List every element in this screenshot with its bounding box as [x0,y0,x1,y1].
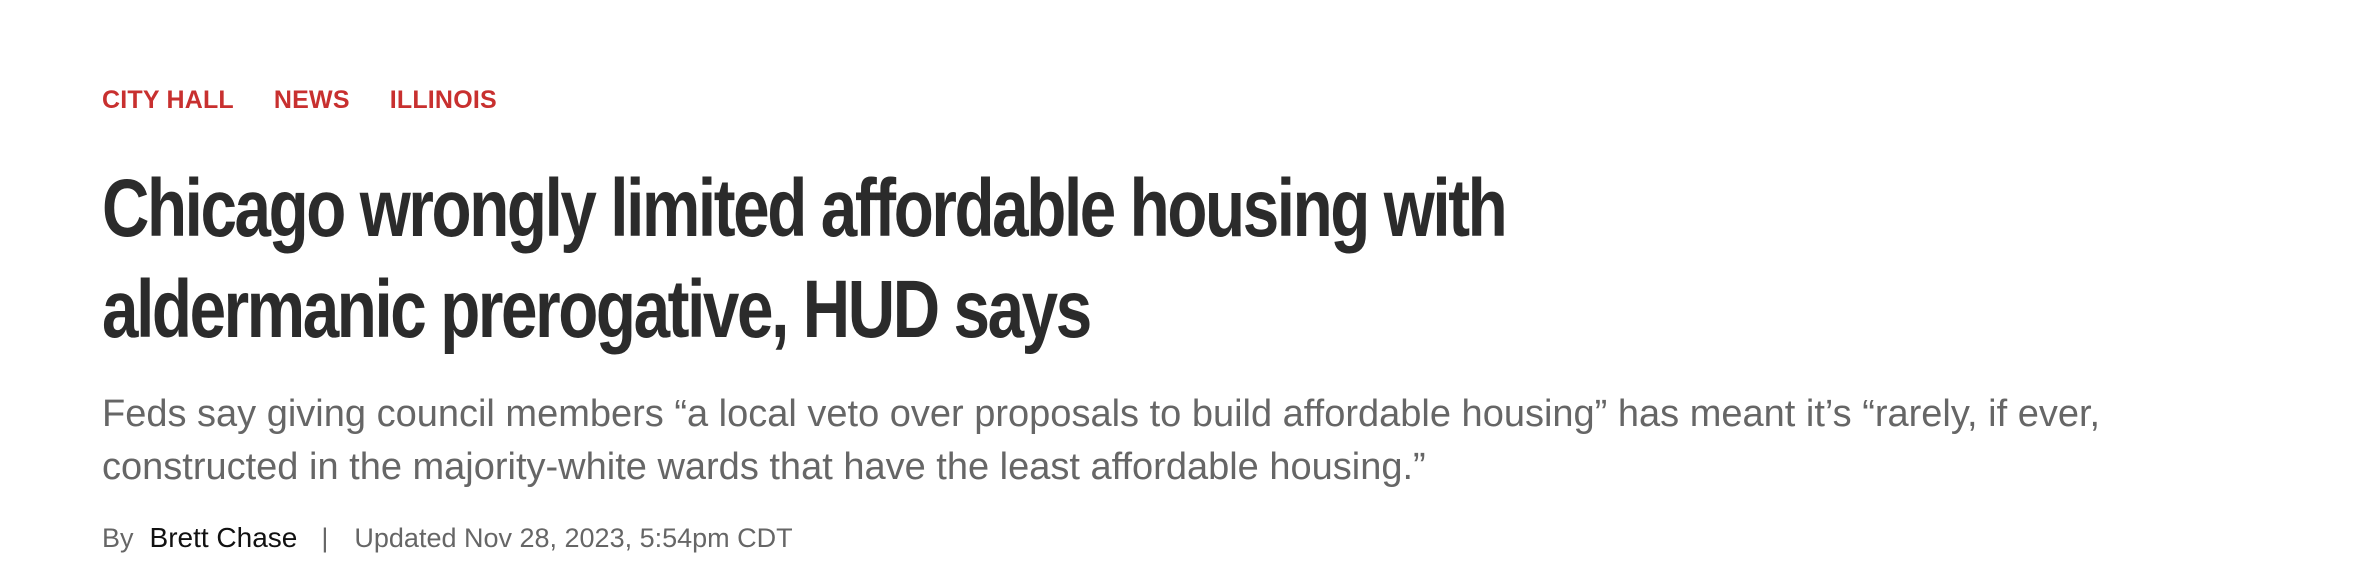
dek-line-1: Feds say giving council members “a local… [102,393,2101,435]
byline-separator: | [321,522,329,553]
section-link-city-hall[interactable]: CITY HALL [102,86,234,115]
headline-line-1: Chicago wrongly limited affordable housi… [102,163,1508,254]
headline: Chicago wrongly limited affordable housi… [102,158,1702,360]
dek: Feds say giving council members “a local… [102,388,2378,494]
byline: By Brett Chase | Updated Nov 28, 2023, 5… [102,516,2378,560]
author-link[interactable]: Brett Chase [150,522,298,554]
dek-line-2: constructed in the majority-white wards … [102,446,1426,488]
section-link-news[interactable]: NEWS [274,86,350,115]
headline-line-2: aldermanic prerogative, HUD says [102,264,1092,355]
section-link-illinois[interactable]: ILLINOIS [390,86,497,115]
byline-by-label: By [102,522,134,553]
updated-timestamp: Updated Nov 28, 2023, 5:54pm CDT [354,522,793,553]
section-links: CITY HALL NEWS ILLINOIS [102,80,2378,120]
article-header: CITY HALL NEWS ILLINOIS Chicago wrongly … [0,0,2378,564]
